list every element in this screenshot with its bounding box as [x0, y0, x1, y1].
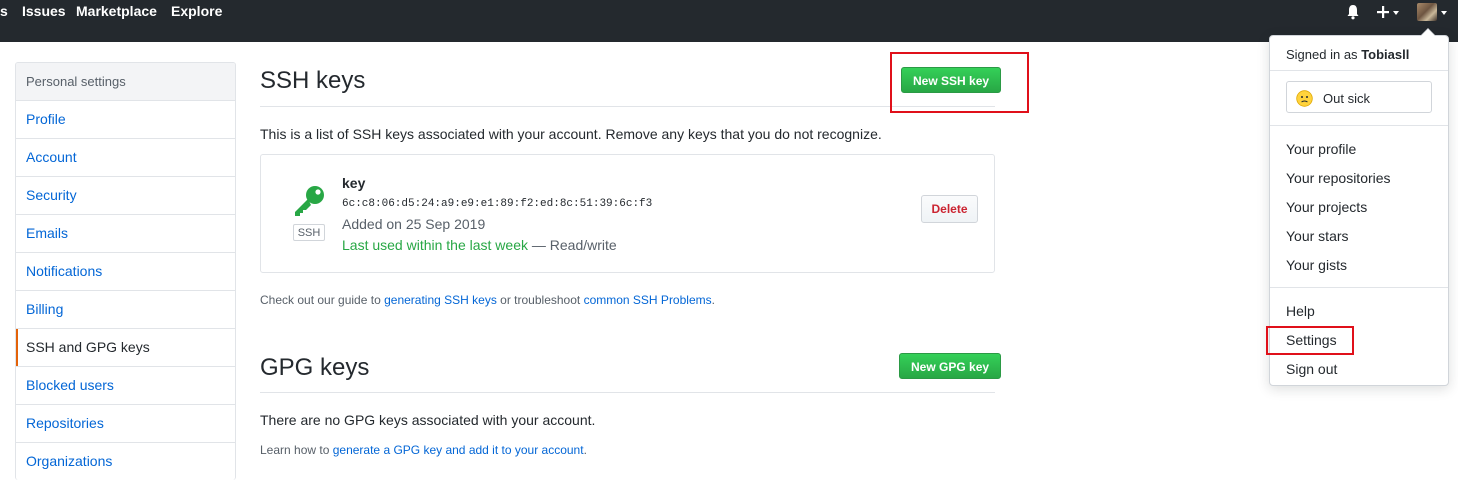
highlight-box-settings	[1266, 326, 1354, 355]
sidebar-item-repositories[interactable]: Repositories	[16, 405, 235, 443]
gpg-learn-text: Learn how to generate a GPG key and add …	[260, 443, 587, 457]
sidebar-item-security[interactable]: Security	[16, 177, 235, 215]
dropdown-divider-2	[1270, 125, 1448, 126]
guide-suffix: .	[711, 293, 715, 307]
sidebar-item-profile[interactable]: Profile	[16, 101, 235, 139]
sidebar-item-emails[interactable]: Emails	[16, 215, 235, 253]
ssh-title-divider	[260, 106, 995, 107]
guide-prefix: Check out our guide to	[260, 293, 381, 307]
ssh-key-item	[260, 154, 995, 273]
settings-sidebar: Personal settings Profile Account Securi…	[15, 62, 236, 480]
dropdown-divider-3	[1270, 287, 1448, 288]
key-fingerprint: 6c:c8:06:d5:24:a9:e9:e1:89:f2:ed:8c:51:3…	[342, 198, 653, 210]
menu-your-projects[interactable]: Your projects	[1286, 199, 1367, 215]
signed-in-as: Signed in as Tobiasll	[1286, 47, 1409, 62]
sidebar-item-organizations[interactable]: Organizations	[16, 443, 235, 480]
gpg-title-divider	[260, 392, 995, 393]
gpg-keys-title: GPG keys	[260, 354, 370, 381]
generate-gpg-key-link[interactable]: generate a GPG key and add it to your ac…	[333, 443, 584, 457]
key-access-text: — Read/write	[531, 237, 617, 253]
delete-key-button[interactable]: Delete	[921, 195, 978, 223]
menu-sign-out[interactable]: Sign out	[1286, 361, 1337, 377]
guide-middle: or troubleshoot	[500, 293, 581, 307]
menu-your-gists[interactable]: Your gists	[1286, 257, 1347, 273]
bell-icon[interactable]	[1345, 4, 1361, 23]
common-ssh-problems-link[interactable]: common SSH Problems	[584, 293, 712, 307]
plus-caret-icon[interactable]	[1393, 11, 1399, 15]
key-last-used: Last used within the last week — Read/wr…	[342, 237, 617, 253]
status-text: Out sick	[1323, 91, 1370, 106]
nav-explore[interactable]: Explore	[171, 3, 222, 19]
nav-issues[interactable]: Issues	[22, 3, 66, 19]
new-gpg-key-button[interactable]: New GPG key	[899, 353, 1002, 379]
dropdown-caret-inner	[1421, 29, 1435, 36]
highlight-box-new-ssh-key	[890, 52, 1029, 113]
key-icon	[292, 185, 326, 220]
learn-suffix: .	[583, 443, 587, 457]
menu-help[interactable]: Help	[1286, 303, 1315, 319]
menu-your-repositories[interactable]: Your repositories	[1286, 170, 1391, 186]
top-header: s Issues Marketplace Explore	[0, 0, 1458, 42]
signed-in-username: Tobiasll	[1361, 47, 1410, 62]
nav-pull-requests-partial[interactable]: s	[0, 3, 8, 19]
menu-your-stars[interactable]: Your stars	[1286, 228, 1349, 244]
sick-face-icon	[1296, 90, 1313, 110]
learn-prefix: Learn how to	[260, 443, 330, 457]
sidebar-item-account[interactable]: Account	[16, 139, 235, 177]
sidebar-item-blocked-users[interactable]: Blocked users	[16, 367, 235, 405]
key-last-used-text: Last used within the last week	[342, 237, 528, 253]
avatar[interactable]	[1417, 3, 1437, 21]
ssh-type-label: SSH	[293, 224, 325, 241]
menu-your-profile[interactable]: Your profile	[1286, 141, 1356, 157]
ssh-guide-text: Check out our guide to generating SSH ke…	[260, 293, 715, 307]
avatar-caret-icon[interactable]	[1441, 11, 1447, 15]
sidebar-heading: Personal settings	[16, 63, 235, 101]
key-added-date: Added on 25 Sep 2019	[342, 216, 486, 232]
generating-ssh-keys-link[interactable]: generating SSH keys	[384, 293, 497, 307]
nav-marketplace[interactable]: Marketplace	[76, 3, 157, 19]
plus-icon[interactable]	[1376, 5, 1390, 22]
signed-in-prefix: Signed in as	[1286, 47, 1358, 62]
sidebar-item-billing[interactable]: Billing	[16, 291, 235, 329]
sidebar-item-notifications[interactable]: Notifications	[16, 253, 235, 291]
dropdown-divider-1	[1270, 70, 1448, 71]
sidebar-item-ssh-gpg-keys[interactable]: SSH and GPG keys	[16, 329, 235, 367]
gpg-empty-text: There are no GPG keys associated with yo…	[260, 412, 596, 428]
ssh-description: This is a list of SSH keys associated wi…	[260, 126, 882, 142]
key-name: key	[342, 175, 366, 191]
ssh-keys-title: SSH keys	[260, 67, 366, 94]
